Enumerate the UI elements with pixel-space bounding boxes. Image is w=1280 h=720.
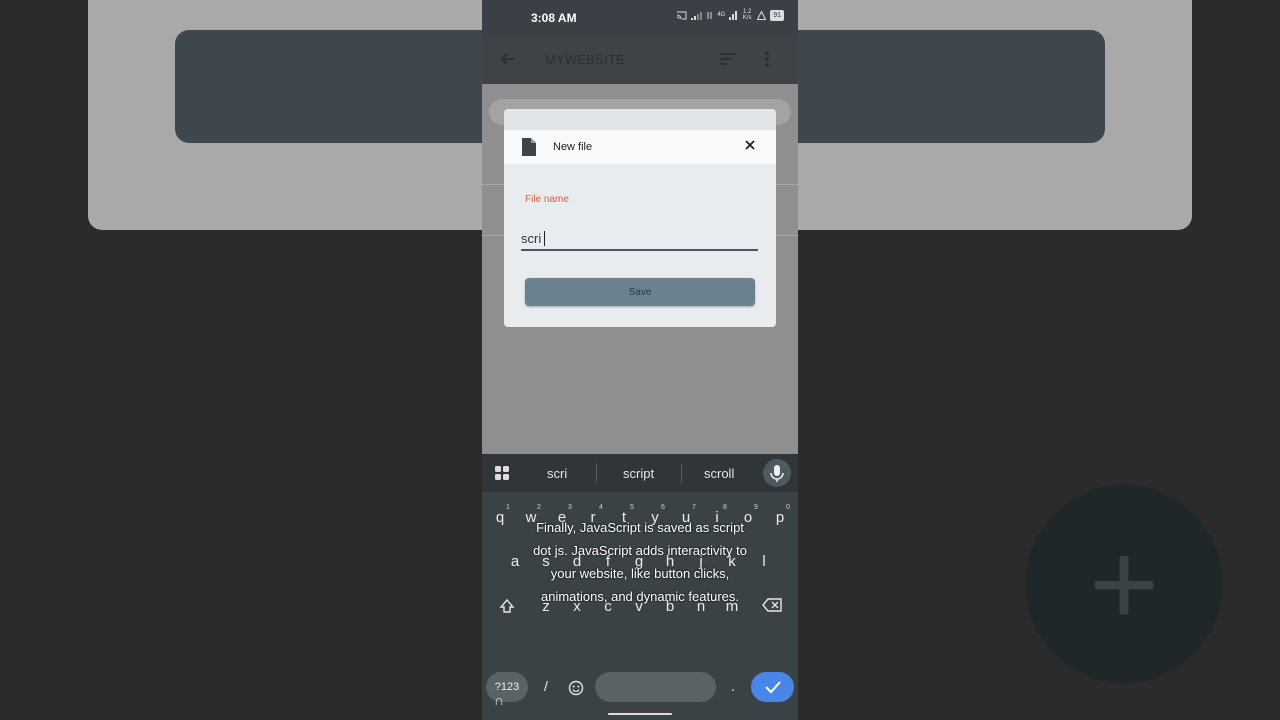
key-hint-2: 2 [537,504,541,511]
keyboard-hide-icon[interactable]: ∩ [494,692,504,708]
suggestion-bar: scri script scroll [482,454,798,492]
signal-icon [691,11,703,20]
key-hint-1: 1 [506,504,510,511]
caption-line-2: dot js. JavaScript adds interactivity to [533,543,747,558]
enter-button[interactable] [751,672,794,702]
key-hint-0: 0 [786,504,790,511]
warning-icon [757,10,767,20]
key-hint-7: 7 [692,504,696,511]
cast-icon [677,11,687,19]
suggestion-3[interactable]: scroll [704,466,734,481]
close-icon[interactable] [744,139,756,151]
background-plus-icon: + [1088,517,1160,651]
file-icon [522,138,536,156]
mic-icon [770,465,784,482]
new-file-dialog: New file File name Save [504,109,776,327]
app-bar: MYWEBSITE [482,35,798,84]
key-hint-9: 9 [754,504,758,511]
status-bar: 3:08 AM 4G 1.2 K/s 91 [482,0,798,35]
key-area: q w e r t y u i o p 1 2 3 4 5 6 7 8 9 0 … [482,492,798,720]
sort-icon[interactable] [719,51,737,67]
dialog-top-strip [504,109,776,130]
more-vert-icon[interactable] [764,50,770,68]
status-icons: 4G 1.2 K/s 91 [676,9,784,21]
phone-screen: 3:08 AM 4G 1.2 K/s 91 MYWEBSITE + New fi… [482,0,798,720]
signal-icon-2 [729,10,738,20]
mic-button[interactable] [763,459,791,487]
save-button[interactable]: Save [525,278,755,306]
network-speed: 1.2 K/s [742,9,752,21]
file-name-input[interactable] [521,228,758,251]
caption-line-1: Finally, JavaScript is saved as script [536,520,744,535]
key-hint-4: 4 [599,504,603,511]
key-hint-3: 3 [568,504,572,511]
back-arrow-icon[interactable] [498,49,518,69]
gesture-handle[interactable] [608,713,672,715]
app-title: MYWEBSITE [545,52,625,67]
emoji-icon[interactable] [568,680,584,696]
key-period[interactable]: . [721,678,745,694]
key-hint-8: 8 [723,504,727,511]
key-slash[interactable]: / [534,678,558,694]
file-name-label: File name [525,194,569,205]
check-icon [765,681,781,694]
apps-grid-icon[interactable] [495,466,509,480]
dialog-header: New file [504,130,776,164]
caption-line-3: your website, like button clicks, [550,566,730,581]
status-time: 3:08 AM [531,11,577,25]
text-cursor [544,231,545,246]
key-hint-6: 6 [661,504,665,511]
battery-icon: 91 [770,9,784,21]
key-hint-5: 5 [630,504,634,511]
network-type: 4G [717,12,726,18]
space-bar[interactable] [595,672,716,702]
suggestion-2[interactable]: script [623,466,654,481]
symbols-key[interactable]: ?123 [486,672,528,702]
suggestion-divider [681,463,682,483]
suggestion-1[interactable]: scri [547,466,567,481]
dialog-title: New file [553,141,593,153]
soft-keyboard: scri script scroll q w e r t y u i o p 1… [482,454,798,720]
suggestion-divider [596,463,597,483]
caption-line-4: animations, and dynamic features. [541,589,739,604]
data-arrows-icon [707,11,712,19]
